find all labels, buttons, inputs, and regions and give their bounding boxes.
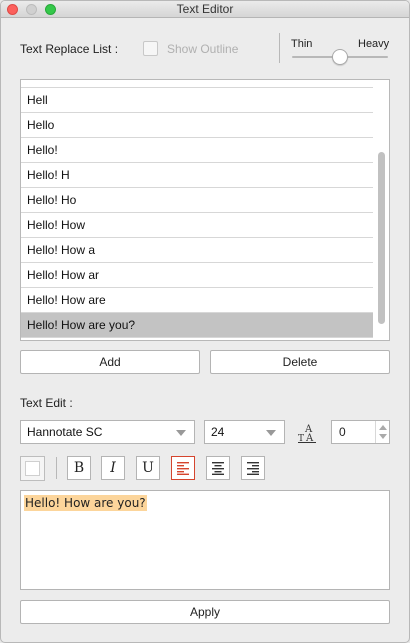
bold-button[interactable]: B (67, 456, 91, 480)
text-edit-area[interactable]: Hello! How are you? (20, 490, 390, 590)
character-spacing-icon: A T A (298, 424, 316, 443)
italic-button[interactable]: I (101, 456, 125, 480)
list-scrollbar-thumb[interactable] (378, 152, 385, 324)
list-item[interactable]: Hello! Ho (21, 188, 373, 213)
character-spacing-value: 0 (339, 425, 346, 439)
font-size-select[interactable]: 24 (204, 420, 285, 444)
add-button[interactable]: Add (20, 350, 200, 374)
list-item[interactable]: Hello! How a (21, 238, 373, 263)
svg-text:A: A (305, 433, 314, 443)
title-bar: Text Editor (1, 1, 409, 18)
list-item[interactable]: Hell (21, 88, 373, 113)
text-replace-list[interactable]: Hell Hello Hello! Hello! H Hello! Ho Hel… (20, 79, 390, 341)
align-right-icon (247, 462, 259, 475)
delete-button[interactable]: Delete (210, 350, 390, 374)
text-color-swatch[interactable] (20, 456, 45, 481)
svg-text:T: T (298, 434, 304, 443)
color-preview (25, 461, 40, 476)
list-item[interactable]: Hello! How ar (21, 263, 373, 288)
text-replace-list-label: Text Replace List : (20, 42, 119, 56)
show-outline-checkbox[interactable] (143, 41, 158, 56)
list-item[interactable]: Hello! H (21, 163, 373, 188)
outline-weight-slider-knob[interactable] (332, 49, 348, 65)
align-left-icon (177, 462, 189, 475)
thin-label: Thin (291, 38, 313, 50)
toolbar-divider (56, 457, 57, 479)
list-item[interactable]: Hello! How (21, 213, 373, 238)
text-edit-label: Text Edit : (20, 396, 73, 410)
list-item-partial[interactable] (21, 80, 373, 88)
align-right-button[interactable] (241, 456, 265, 480)
list-item[interactable]: Hello (21, 113, 373, 138)
editor-text[interactable]: Hello! How are you? (24, 495, 147, 511)
show-outline-label: Show Outline (167, 42, 239, 56)
align-center-button[interactable] (206, 456, 230, 480)
list-item-selected[interactable]: Hello! How are you? (21, 313, 373, 338)
align-left-button[interactable] (171, 456, 195, 480)
align-center-icon (212, 462, 224, 475)
font-select[interactable]: Hannotate SC (20, 420, 195, 444)
header-divider (279, 33, 280, 63)
increment-icon[interactable] (379, 425, 387, 430)
heavy-label: Heavy (358, 38, 390, 50)
window-title: Text Editor (176, 2, 234, 16)
list-item[interactable]: Hello! How are (21, 288, 373, 313)
chevron-down-icon (176, 430, 186, 436)
stepper-arrows[interactable] (375, 421, 389, 443)
apply-button[interactable]: Apply (20, 600, 390, 624)
character-spacing-stepper[interactable]: 0 (331, 420, 390, 444)
chevron-down-icon (266, 430, 276, 436)
font-size-value: 24 (211, 425, 225, 439)
font-value: Hannotate SC (27, 425, 103, 439)
decrement-icon[interactable] (379, 434, 387, 439)
list-item[interactable]: Hello! (21, 138, 373, 163)
text-editor-window: Text Editor Text Replace List : Show Out… (0, 0, 410, 643)
underline-button[interactable]: U (136, 456, 160, 480)
